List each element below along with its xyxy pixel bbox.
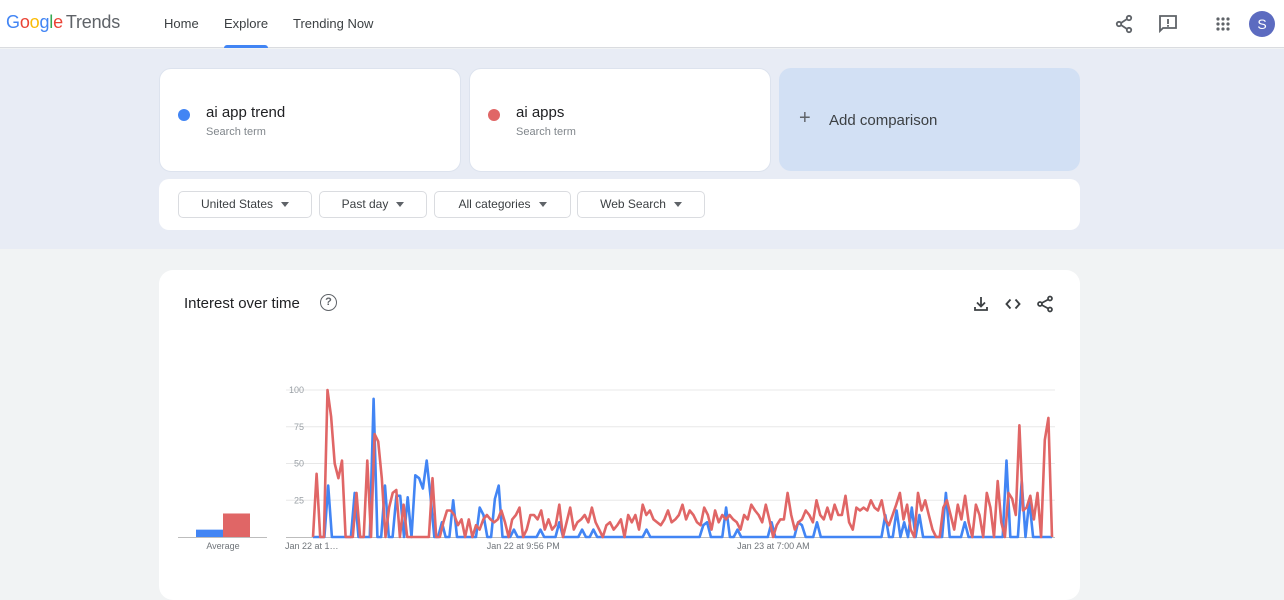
download-icon[interactable] (971, 294, 991, 314)
interest-over-time-card: Interest over time ? (159, 270, 1080, 600)
search-term-text[interactable]: ai apps (516, 104, 564, 121)
nav-home[interactable]: Home (164, 0, 199, 48)
add-comparison-label: Add comparison (829, 112, 938, 129)
account-avatar[interactable]: S (1249, 11, 1275, 37)
add-comparison-button[interactable]: + Add comparison (779, 68, 1080, 171)
logo-letter: o (19, 12, 30, 32)
card-title: Interest over time (184, 295, 300, 312)
apps-grid-icon[interactable] (1211, 12, 1235, 36)
filter-category-dropdown[interactable]: All categories (434, 191, 571, 218)
filter-label: All categories (458, 197, 531, 211)
logo-letter: G (6, 12, 20, 32)
logo-letter: o (29, 12, 40, 32)
search-term-card-1[interactable]: ai app trend Search term (159, 68, 461, 172)
logo-letter: g (39, 12, 50, 32)
filter-label: United States (200, 197, 274, 211)
filter-label: Web Search (600, 197, 666, 211)
filter-bar: United States Past day All categories We… (159, 179, 1080, 230)
caret-down-icon (673, 202, 682, 207)
embed-icon[interactable] (1003, 294, 1023, 314)
help-icon[interactable]: ? (320, 294, 337, 311)
logo-letter: e (53, 12, 63, 32)
filter-search-type-dropdown[interactable]: Web Search (577, 191, 705, 218)
search-term-sublabel: Search term (206, 126, 266, 138)
logo-product-name: Trends (65, 12, 121, 32)
plus-icon: + (799, 107, 811, 129)
caret-down-icon (396, 202, 405, 207)
nav-trending-now[interactable]: Trending Now (293, 0, 373, 48)
search-term-card-2[interactable]: ai apps Search term (469, 68, 771, 172)
top-app-bar: Google Trends Home Explore Trending Now S (0, 0, 1284, 48)
nav-explore[interactable]: Explore (224, 0, 269, 48)
series-color-dot (488, 109, 500, 121)
filter-region-dropdown[interactable]: United States (178, 191, 312, 218)
caret-down-icon (281, 202, 290, 207)
series-color-dot (178, 109, 190, 121)
search-term-sublabel: Search term (516, 126, 576, 138)
search-term-text[interactable]: ai app trend (206, 104, 285, 121)
filter-label: Past day (341, 197, 389, 211)
filter-time-dropdown[interactable]: Past day (319, 191, 427, 218)
share-icon[interactable] (1035, 294, 1055, 314)
share-icon[interactable] (1112, 12, 1136, 36)
google-trends-logo[interactable]: Google Trends (6, 12, 120, 33)
feedback-icon[interactable] (1156, 12, 1180, 36)
caret-down-icon (538, 202, 547, 207)
